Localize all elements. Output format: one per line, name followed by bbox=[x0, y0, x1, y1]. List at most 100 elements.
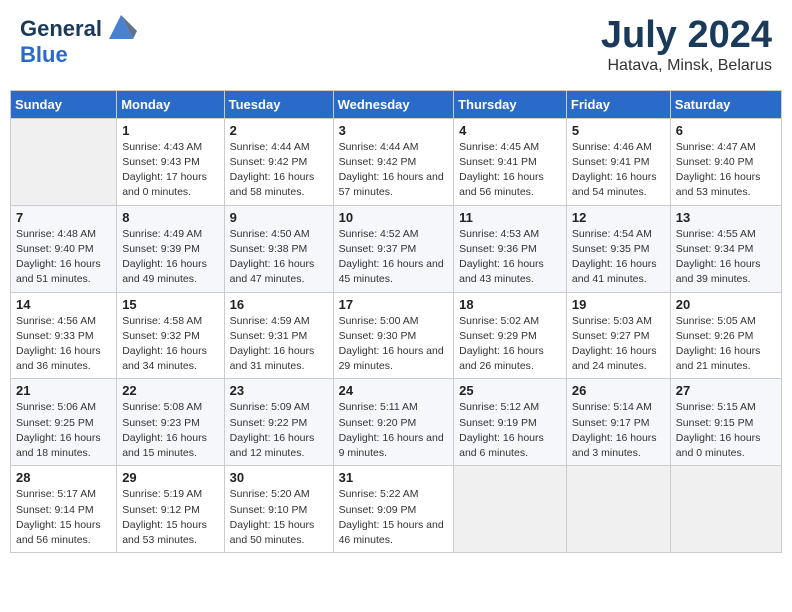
day-info: Sunrise: 4:44 AMSunset: 9:42 PMDaylight:… bbox=[230, 140, 328, 201]
logo: General Blue bbox=[20, 15, 137, 67]
day-info: Sunrise: 5:20 AMSunset: 9:10 PMDaylight:… bbox=[230, 487, 328, 548]
calendar-cell: 8Sunrise: 4:49 AMSunset: 9:39 PMDaylight… bbox=[117, 205, 224, 292]
day-info: Sunrise: 5:00 AMSunset: 9:30 PMDaylight:… bbox=[339, 314, 449, 375]
day-info: Sunrise: 4:52 AMSunset: 9:37 PMDaylight:… bbox=[339, 227, 449, 288]
calendar-cell: 16 Sunrise: 4:59 AMSunset: 9:31 PMDayligh… bbox=[224, 292, 333, 379]
day-number: 25 bbox=[459, 383, 561, 398]
day-info: Sunrise: 5:22 AMSunset: 9:09 PMDaylight:… bbox=[339, 487, 449, 548]
calendar-cell: 27Sunrise: 5:15 AMSunset: 9:15 PMDayligh… bbox=[670, 379, 781, 466]
col-header-monday: Monday bbox=[117, 90, 224, 118]
day-number: 11 bbox=[459, 210, 561, 225]
location-subtitle: Hatava, Minsk, Belarus bbox=[601, 57, 772, 75]
day-info: Sunrise: 5:09 AMSunset: 9:22 PMDaylight:… bbox=[230, 400, 328, 461]
day-number: 12 bbox=[572, 210, 665, 225]
day-number: 1 bbox=[122, 123, 218, 138]
day-info: Sunrise: 5:08 AMSunset: 9:23 PMDaylight:… bbox=[122, 400, 218, 461]
calendar-cell: 26 Sunrise: 5:14 AMSunset: 9:17 PMDayligh… bbox=[566, 379, 670, 466]
day-info: Sunrise: 4:47 AMSunset: 9:40 PMDaylight:… bbox=[676, 140, 776, 201]
day-number: 7 bbox=[16, 210, 111, 225]
day-number: 16 bbox=[230, 297, 328, 312]
day-info: Sunrise: 4:54 AMSunset: 9:35 PMDaylight:… bbox=[572, 227, 665, 288]
col-header-tuesday: Tuesday bbox=[224, 90, 333, 118]
title-block: July 2024 Hatava, Minsk, Belarus bbox=[601, 15, 772, 75]
day-number: 17 bbox=[339, 297, 449, 312]
calendar-cell: 24Sunrise: 5:11 AMSunset: 9:20 PMDayligh… bbox=[333, 379, 454, 466]
day-number: 4 bbox=[459, 123, 561, 138]
calendar-cell: 12 Sunrise: 4:54 AMSunset: 9:35 PMDayligh… bbox=[566, 205, 670, 292]
day-info: Sunrise: 5:15 AMSunset: 9:15 PMDaylight:… bbox=[676, 400, 776, 461]
day-info: Sunrise: 4:46 AMSunset: 9:41 PMDaylight:… bbox=[572, 140, 665, 201]
calendar-cell: 21Sunrise: 5:06 AMSunset: 9:25 PMDayligh… bbox=[11, 379, 117, 466]
day-number: 31 bbox=[339, 470, 449, 485]
logo-text-blue: Blue bbox=[20, 42, 68, 67]
day-info: Sunrise: 4:49 AMSunset: 9:39 PMDaylight:… bbox=[122, 227, 218, 288]
day-number: 3 bbox=[339, 123, 449, 138]
day-info: Sunrise: 4:53 AMSunset: 9:36 PMDaylight:… bbox=[459, 227, 561, 288]
calendar-cell bbox=[454, 466, 567, 553]
calendar-body: 1 Sunrise: 4:43 AMSunset: 9:43 PMDaylight… bbox=[11, 118, 782, 552]
col-header-friday: Friday bbox=[566, 90, 670, 118]
week-row-3: 14 Sunrise: 4:56 AMSunset: 9:33 PMDayligh… bbox=[11, 292, 782, 379]
calendar-cell: 20Sunrise: 5:05 AMSunset: 9:26 PMDayligh… bbox=[670, 292, 781, 379]
calendar-table: SundayMondayTuesdayWednesdayThursdayFrid… bbox=[10, 90, 782, 553]
calendar-cell: 9 Sunrise: 4:50 AMSunset: 9:38 PMDaylight… bbox=[224, 205, 333, 292]
calendar-cell: 15 Sunrise: 4:58 AMSunset: 9:32 PMDayligh… bbox=[117, 292, 224, 379]
calendar-cell: 3 Sunrise: 4:44 AMSunset: 9:42 PMDaylight… bbox=[333, 118, 454, 205]
day-info: Sunrise: 4:55 AMSunset: 9:34 PMDaylight:… bbox=[676, 227, 776, 288]
day-info: Sunrise: 5:03 AMSunset: 9:27 PMDaylight:… bbox=[572, 314, 665, 375]
day-info: Sunrise: 4:43 AMSunset: 9:43 PMDaylight:… bbox=[122, 140, 218, 201]
week-row-5: 28 Sunrise: 5:17 AMSunset: 9:14 PMDayligh… bbox=[11, 466, 782, 553]
calendar-cell: 11 Sunrise: 4:53 AMSunset: 9:36 PMDayligh… bbox=[454, 205, 567, 292]
month-year-title: July 2024 bbox=[601, 15, 772, 57]
calendar-cell: 1 Sunrise: 4:43 AMSunset: 9:43 PMDaylight… bbox=[117, 118, 224, 205]
calendar-cell: 23 Sunrise: 5:09 AMSunset: 9:22 PMDayligh… bbox=[224, 379, 333, 466]
day-info: Sunrise: 4:44 AMSunset: 9:42 PMDaylight:… bbox=[339, 140, 449, 201]
calendar-cell: 5 Sunrise: 4:46 AMSunset: 9:41 PMDaylight… bbox=[566, 118, 670, 205]
col-header-sunday: Sunday bbox=[11, 90, 117, 118]
calendar-cell bbox=[670, 466, 781, 553]
col-header-wednesday: Wednesday bbox=[333, 90, 454, 118]
day-info: Sunrise: 5:11 AMSunset: 9:20 PMDaylight:… bbox=[339, 400, 449, 461]
calendar-cell: 22 Sunrise: 5:08 AMSunset: 9:23 PMDayligh… bbox=[117, 379, 224, 466]
day-info: Sunrise: 4:50 AMSunset: 9:38 PMDaylight:… bbox=[230, 227, 328, 288]
day-info: Sunrise: 5:19 AMSunset: 9:12 PMDaylight:… bbox=[122, 487, 218, 548]
calendar-cell: 4 Sunrise: 4:45 AMSunset: 9:41 PMDaylight… bbox=[454, 118, 567, 205]
day-number: 20 bbox=[676, 297, 776, 312]
day-number: 5 bbox=[572, 123, 665, 138]
day-number: 23 bbox=[230, 383, 328, 398]
logo-text-general: General bbox=[20, 17, 102, 41]
calendar-cell: 10Sunrise: 4:52 AMSunset: 9:37 PMDayligh… bbox=[333, 205, 454, 292]
calendar-cell: 28 Sunrise: 5:17 AMSunset: 9:14 PMDayligh… bbox=[11, 466, 117, 553]
day-number: 28 bbox=[16, 470, 111, 485]
day-number: 15 bbox=[122, 297, 218, 312]
day-info: Sunrise: 4:45 AMSunset: 9:41 PMDaylight:… bbox=[459, 140, 561, 201]
day-info: Sunrise: 5:12 AMSunset: 9:19 PMDaylight:… bbox=[459, 400, 561, 461]
calendar-cell: 19 Sunrise: 5:03 AMSunset: 9:27 PMDayligh… bbox=[566, 292, 670, 379]
day-info: Sunrise: 5:17 AMSunset: 9:14 PMDaylight:… bbox=[16, 487, 111, 548]
day-number: 19 bbox=[572, 297, 665, 312]
day-number: 14 bbox=[16, 297, 111, 312]
day-number: 2 bbox=[230, 123, 328, 138]
day-number: 29 bbox=[122, 470, 218, 485]
calendar-cell: 29 Sunrise: 5:19 AMSunset: 9:12 PMDayligh… bbox=[117, 466, 224, 553]
day-number: 13 bbox=[676, 210, 776, 225]
calendar-cell: 2 Sunrise: 4:44 AMSunset: 9:42 PMDaylight… bbox=[224, 118, 333, 205]
day-info: Sunrise: 5:02 AMSunset: 9:29 PMDaylight:… bbox=[459, 314, 561, 375]
week-row-2: 7 Sunrise: 4:48 AMSunset: 9:40 PMDaylight… bbox=[11, 205, 782, 292]
day-info: Sunrise: 4:59 AMSunset: 9:31 PMDaylight:… bbox=[230, 314, 328, 375]
day-number: 22 bbox=[122, 383, 218, 398]
day-number: 6 bbox=[676, 123, 776, 138]
day-number: 26 bbox=[572, 383, 665, 398]
day-info: Sunrise: 4:48 AMSunset: 9:40 PMDaylight:… bbox=[16, 227, 111, 288]
calendar-cell: 30Sunrise: 5:20 AMSunset: 9:10 PMDayligh… bbox=[224, 466, 333, 553]
calendar-cell: 13 Sunrise: 4:55 AMSunset: 9:34 PMDayligh… bbox=[670, 205, 781, 292]
day-info: Sunrise: 5:14 AMSunset: 9:17 PMDaylight:… bbox=[572, 400, 665, 461]
day-info: Sunrise: 4:58 AMSunset: 9:32 PMDaylight:… bbox=[122, 314, 218, 375]
day-number: 9 bbox=[230, 210, 328, 225]
logo-icon bbox=[105, 11, 137, 43]
calendar-cell: 25 Sunrise: 5:12 AMSunset: 9:19 PMDayligh… bbox=[454, 379, 567, 466]
col-header-thursday: Thursday bbox=[454, 90, 567, 118]
day-info: Sunrise: 4:56 AMSunset: 9:33 PMDaylight:… bbox=[16, 314, 111, 375]
week-row-4: 21Sunrise: 5:06 AMSunset: 9:25 PMDayligh… bbox=[11, 379, 782, 466]
col-header-saturday: Saturday bbox=[670, 90, 781, 118]
